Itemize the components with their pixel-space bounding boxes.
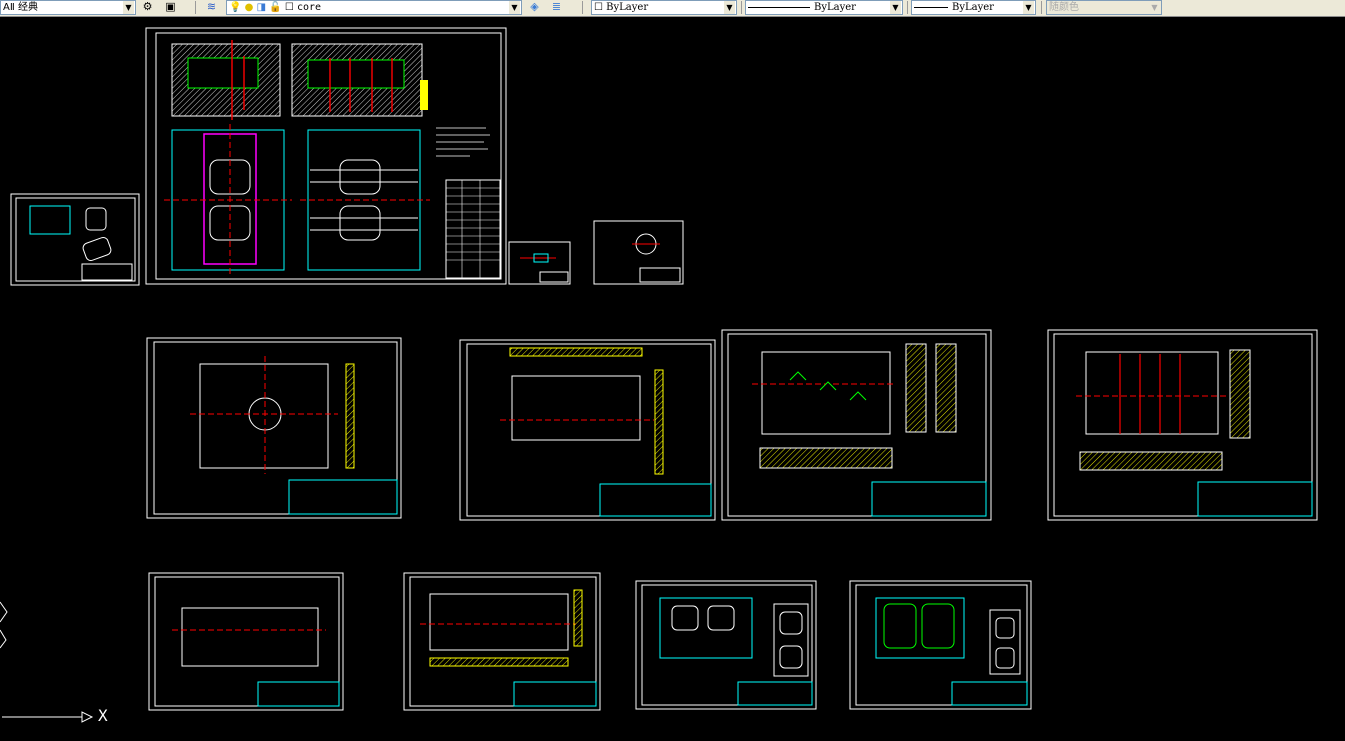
toolbar-separator: [907, 1, 908, 14]
layer-dropdown[interactable]: 💡 ● ◨ 🔓 ☐ core ▼: [226, 0, 522, 15]
linetype-value: ByLayer: [814, 2, 856, 13]
sheet-plate-4[interactable]: [1047, 329, 1318, 521]
ucs-axis-icon: [0, 601, 94, 723]
chevron-down-icon[interactable]: ▼: [509, 1, 520, 14]
toolbar-separator: [741, 1, 742, 14]
workspace-icon[interactable]: ▣: [163, 0, 178, 14]
toolbar-separator: [582, 1, 583, 14]
sheet-assembly[interactable]: [145, 27, 507, 285]
linetype-swatch: [748, 6, 810, 8]
sheet-plate-6[interactable]: [403, 572, 601, 711]
drawing-canvas[interactable]: X: [0, 17, 1345, 737]
sheet-plate-7[interactable]: [635, 580, 817, 710]
layer-previous-icon[interactable]: ≣: [549, 0, 564, 14]
linetype-dropdown[interactable]: ByLayer ▼: [745, 0, 903, 15]
plotstyle-dropdown: 随颜色 ▼: [1046, 0, 1162, 15]
plotstyle-value: 随颜色: [1049, 2, 1079, 13]
layers-icon[interactable]: ≋: [204, 0, 219, 14]
sheet-plate-2[interactable]: [459, 339, 716, 521]
layer-name: core: [297, 2, 322, 13]
sheet-plate-8[interactable]: [849, 580, 1032, 710]
settings-icon[interactable]: ⚙: [140, 0, 155, 14]
lineweight-swatch: [914, 6, 948, 8]
lineweight-dropdown[interactable]: ByLayer ▼: [911, 0, 1036, 15]
chevron-down-icon: ▼: [1149, 1, 1160, 14]
freeze-icon: ◨: [256, 2, 267, 13]
lightbulb-icon: 💡: [229, 2, 242, 13]
sheet-plate-3[interactable]: [721, 329, 992, 521]
color-dropdown[interactable]: ☐ ByLayer ▼: [591, 0, 737, 15]
chevron-down-icon[interactable]: ▼: [123, 1, 134, 14]
sheet-plate-5[interactable]: [148, 572, 344, 711]
layer-state-icon[interactable]: ◈: [527, 0, 542, 14]
sheet-small-part-3[interactable]: [593, 220, 684, 285]
chevron-down-icon[interactable]: ▼: [724, 1, 735, 14]
sun-icon: ●: [244, 2, 254, 13]
model-space: [0, 27, 1318, 723]
color-value: ByLayer: [606, 2, 649, 13]
x-axis-label: X: [98, 706, 108, 725]
sheet-small-part-2[interactable]: [508, 241, 571, 285]
chevron-down-icon[interactable]: ▼: [1023, 1, 1034, 14]
lineweight-value: ByLayer: [952, 2, 994, 13]
properties-toolbar: AⅡ 经典 ▼ ⚙ ▣ ≋ 💡 ● ◨ 🔓 ☐ core ▼ ◈ ≣ ☐ ByL…: [0, 0, 1345, 17]
sheet-plate-1[interactable]: [146, 337, 402, 519]
toolbar-separator: [1041, 1, 1042, 14]
workspace-value: AⅡ 经典: [3, 2, 38, 13]
sheet-small-part-1[interactable]: [10, 193, 140, 286]
lock-icon: 🔓: [269, 2, 282, 13]
workspace-dropdown[interactable]: AⅡ 经典 ▼: [0, 0, 136, 15]
toolbar-separator: [195, 1, 196, 14]
color-swatch-icon: ☐: [594, 2, 603, 13]
color-square-icon: ☐: [284, 2, 294, 13]
chevron-down-icon[interactable]: ▼: [890, 1, 901, 14]
